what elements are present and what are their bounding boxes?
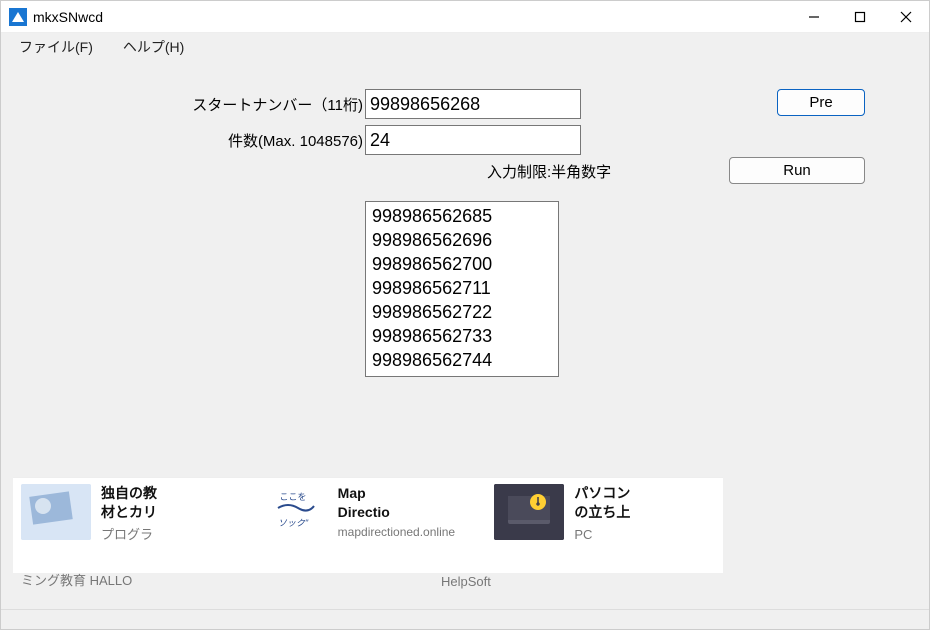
ad-thumb-icon: ここをソック" [258,484,328,540]
ad-domain: mapdirectioned.online [338,524,455,540]
svg-text:ここを: ここを [279,492,306,502]
result-item: 998986562700 [372,254,492,274]
ad-strip: 独自の教 材とカリ プログラ ここをソック" Map Directio mapd… [13,477,723,573]
start-number-label: スタートナンバー（11桁) [187,94,363,115]
ad-title: の立ち上 [574,503,630,522]
ad-subtitle: PC [574,526,630,544]
minimize-button[interactable] [791,1,837,33]
input-hint: 入力制限:半角数字 [487,161,611,182]
ad-overflow-text: HelpSoft [441,574,491,589]
ad-title: 独自の教 [101,484,157,503]
menu-help[interactable]: ヘルプ(H) [117,35,190,59]
ad-title: パソコン [574,484,630,503]
results-listbox[interactable]: 998986562685 998986562696 998986562700 9… [365,201,559,377]
ad-title: Directio [338,503,455,522]
svg-text:ソック": ソック" [278,518,309,528]
app-window: mkxSNwcd ファイル(F) ヘルプ(H) スタートナンバー（11桁) 件数… [0,0,930,630]
result-item: 998986562722 [372,302,492,322]
statusbar [1,609,929,629]
count-input[interactable] [365,125,581,155]
ad-thumb-icon [494,484,564,540]
app-icon [9,8,27,26]
ad-subtitle: プログラ [101,526,157,544]
result-item: 998986562733 [372,326,492,346]
menu-file[interactable]: ファイル(F) [13,35,99,59]
ad-title: 材とカリ [101,503,157,522]
window-title: mkxSNwcd [33,9,103,25]
result-item: 998986562744 [372,350,492,370]
result-item: 998986562685 [372,206,492,226]
ad-item[interactable]: 独自の教 材とカリ プログラ [13,478,250,573]
run-button[interactable]: Run [729,157,865,184]
ad-title: Map [338,484,455,503]
ad-thumb-icon [21,484,91,540]
close-button[interactable] [883,1,929,33]
maximize-button[interactable] [837,1,883,33]
titlebar: mkxSNwcd [1,1,929,33]
menubar: ファイル(F) ヘルプ(H) [1,33,929,61]
pre-button[interactable]: Pre [777,89,865,116]
ad-overflow-text: ミング教育 HALLO [21,570,132,589]
start-number-input[interactable] [365,89,581,119]
ad-item[interactable]: ここをソック" Map Directio mapdirectioned.onli… [250,478,487,573]
client-area: スタートナンバー（11桁) 件数(Max. 1048576) 入力制限:半角数字… [1,61,929,609]
count-label: 件数(Max. 1048576) [187,130,363,151]
result-item: 998986562696 [372,230,492,250]
ad-item[interactable]: パソコン の立ち上 PC [486,478,723,573]
result-item: 998986562711 [372,278,491,298]
